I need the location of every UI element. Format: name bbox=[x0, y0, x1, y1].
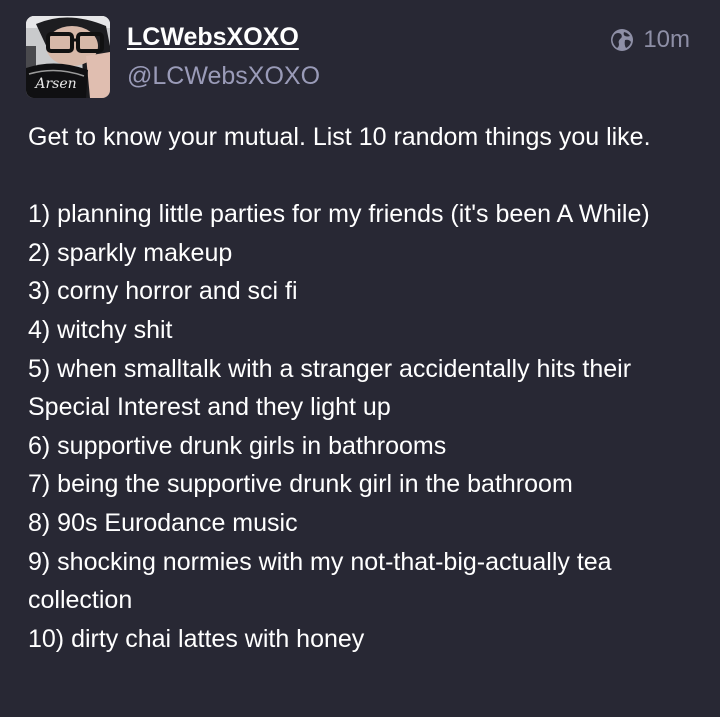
timestamp[interactable]: 10m bbox=[643, 25, 690, 55]
avatar-mug-text: Arsen bbox=[33, 76, 76, 92]
post-meta: 10m bbox=[610, 25, 690, 55]
author-display-name[interactable]: LCWebsXOXO bbox=[127, 21, 299, 53]
avatar[interactable]: Arsen bbox=[26, 16, 110, 98]
globe-icon bbox=[611, 29, 634, 51]
post-body: Get to know your mutual. List 10 random … bbox=[28, 123, 651, 653]
avatar-image: Arsen bbox=[26, 16, 110, 98]
post-card: Arsen LCWebsXOXO @LCWebsXOXO 10m Get to … bbox=[0, 0, 720, 717]
author-handle: @LCWebsXOXO bbox=[127, 62, 321, 90]
